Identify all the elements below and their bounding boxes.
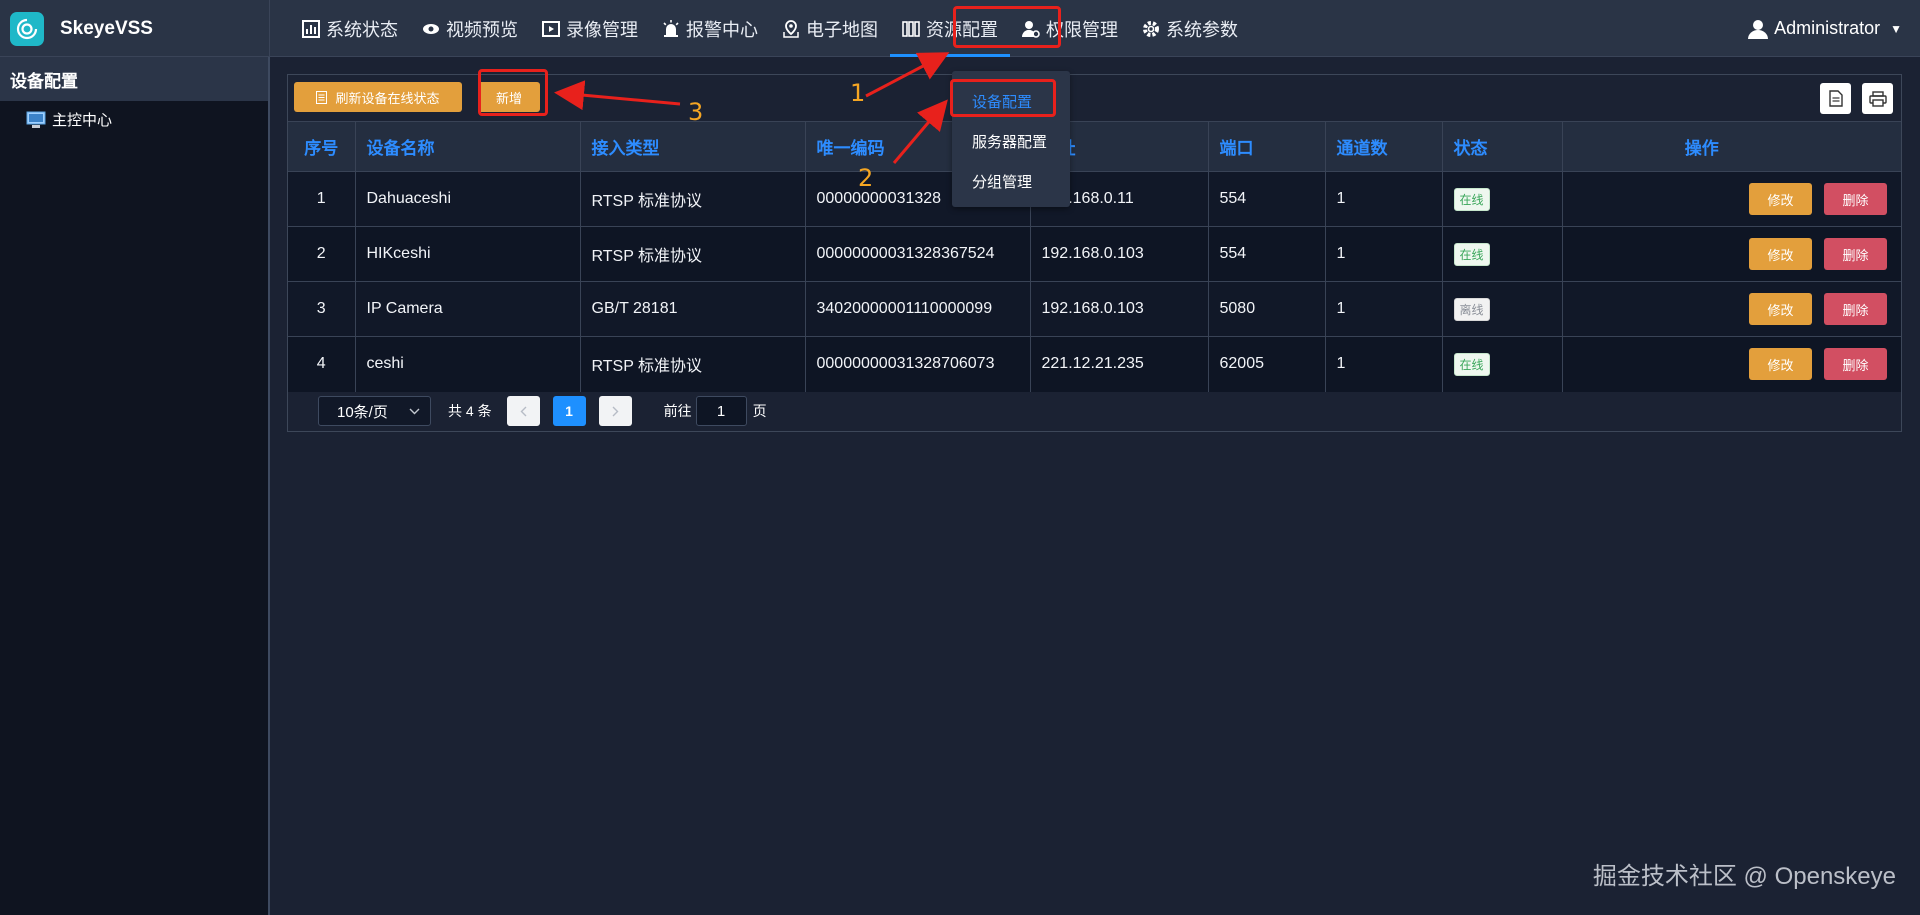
annotation-arrow-2 xyxy=(892,99,948,164)
annotation-arrow-3 xyxy=(554,80,681,111)
annotation-arrow-1 xyxy=(865,52,950,98)
annotation-arrows xyxy=(554,52,950,164)
watermark: 掘金技术社区 @ Openskeye xyxy=(1592,863,1896,890)
annotation-number-1: 1 xyxy=(850,79,866,107)
annotation-number-2: 2 xyxy=(858,164,874,192)
annotation-number-3: 3 xyxy=(688,98,704,126)
